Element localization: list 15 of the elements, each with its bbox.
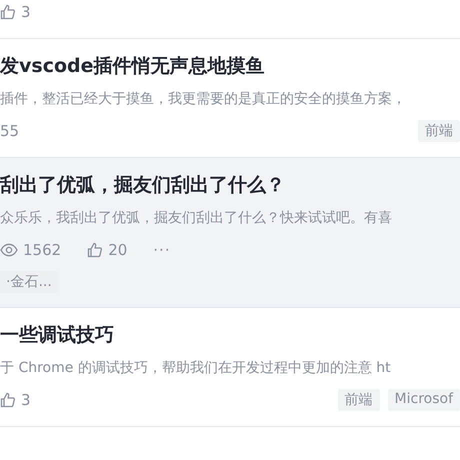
article-excerpt: 插件，整活已经大于摸鱼，我更需要的是真正的安全的摸鱼方案， (0, 90, 407, 109)
view-count: 1562 (23, 241, 62, 259)
like-count: 3 (21, 3, 31, 21)
article-title[interactable]: 刮出了优弧，掘友们刮出了什么？ (0, 172, 460, 198)
article-card[interactable]: 刮出了优弧，掘友们刮出了什么？ 众乐乐，我刮出了优弧，掘友们刮出了什么？快来试试吧。有喜 1562 20 ··· ·金石... (0, 158, 460, 307)
eye-icon (0, 243, 18, 257)
like-count: 20 (108, 241, 128, 259)
meta-count: 55 (0, 122, 20, 140)
thumbs-up-icon[interactable] (0, 4, 16, 20)
thumbs-up-icon[interactable] (87, 242, 104, 258)
article-excerpt: 众乐乐，我刮出了优弧，掘友们刮出了什么？快来试试吧。有喜 (0, 209, 393, 228)
thumbs-up-icon[interactable] (0, 392, 16, 408)
article-excerpt: 于 Chrome 的调试技巧，帮助我们在开发过程中更加的注意 ht (0, 359, 392, 378)
like-count: 3 (21, 391, 31, 409)
article-title[interactable]: 一些调试技巧 (0, 322, 460, 348)
